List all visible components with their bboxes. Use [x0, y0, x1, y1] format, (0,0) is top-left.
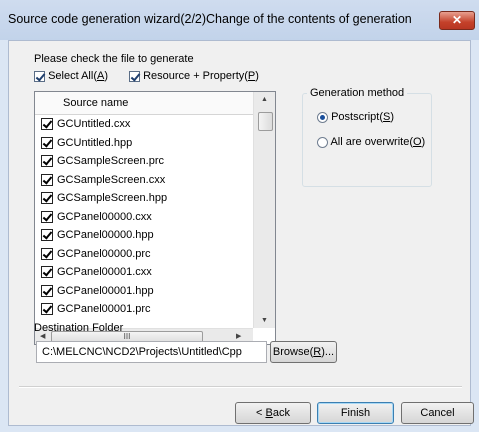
file-name: GCPanel00001.hpp: [57, 284, 154, 297]
file-list-item[interactable]: GCUntitled.hpp: [41, 135, 132, 151]
file-list-item[interactable]: GCPanel00001.prc: [41, 301, 151, 317]
select-all-mnemonic: A: [96, 70, 105, 82]
cancel-button[interactable]: Cancel: [401, 402, 474, 424]
title-bar[interactable]: Source code generation wizard(2/2)Change…: [0, 0, 479, 40]
radio-all-overwrite[interactable]: All are overwrite(O): [317, 136, 425, 148]
file-list-item[interactable]: GCPanel00001.hpp: [41, 283, 154, 299]
column-header-label: Source name: [63, 97, 129, 109]
file-checkbox-icon[interactable]: [41, 118, 53, 131]
scroll-right-icon[interactable]: ▶: [236, 332, 241, 340]
vertical-scrollbar[interactable]: ▲ ▼: [253, 92, 275, 328]
file-checkbox-icon[interactable]: [41, 173, 53, 186]
file-name: GCPanel00001.cxx: [57, 266, 152, 278]
radio-all-overwrite-mnemonic: O: [412, 136, 422, 148]
radio-postscript[interactable]: Postscript(S): [317, 111, 394, 123]
footer-separator: [19, 386, 462, 388]
file-name: GCPanel00000.cxx: [57, 210, 152, 223]
file-list-item[interactable]: GCPanel00001.cxx: [41, 264, 152, 280]
file-name: GCSampleScreen.hpp: [57, 192, 168, 204]
resource-property-label: Resource + Property: [143, 70, 245, 82]
radio-all-overwrite-label: All are overwrite: [330, 136, 410, 148]
file-name: GCPanel00001.prc: [57, 303, 151, 315]
resource-property-checkbox[interactable]: Resource + Property(P): [129, 70, 259, 82]
radio-postscript-icon: [317, 111, 328, 123]
dialog-body: Please check the file to generate Select…: [8, 40, 474, 426]
generation-method-title: Generation method: [307, 87, 408, 99]
file-checkbox-icon[interactable]: [41, 136, 53, 149]
back-mnemonic: B: [265, 407, 273, 419]
select-all-checkbox[interactable]: Select All(A): [34, 70, 108, 82]
file-name: GCPanel00000.hpp: [57, 229, 154, 241]
close-icon: ✕: [451, 13, 463, 27]
file-checkbox-icon[interactable]: [41, 229, 53, 242]
file-name: GCPanel00000.prc: [57, 247, 151, 260]
file-list-item[interactable]: GCPanel00000.hpp: [41, 227, 154, 243]
scroll-grip: III: [123, 332, 131, 341]
file-name: GCUntitled.hpp: [57, 136, 133, 149]
radio-postscript-mnemonic: S: [383, 111, 391, 123]
file-checkbox-icon[interactable]: [41, 247, 53, 260]
file-checkbox-icon[interactable]: [41, 284, 53, 297]
back-button[interactable]: < Back: [235, 402, 311, 424]
file-checkbox-icon[interactable]: [41, 192, 53, 205]
browse-suffix: )...: [321, 346, 335, 358]
resource-property-mnemonic: P: [247, 70, 256, 82]
back-rest: ack: [272, 407, 290, 419]
file-name: GCSampleScreen.cxx: [57, 173, 166, 186]
file-list[interactable]: Source name GCUntitled.cxx GCUntitled.hpp…: [34, 91, 276, 345]
file-list-item[interactable]: GCPanel00000.prc: [41, 246, 151, 262]
browse-label: Browse(: [272, 346, 314, 358]
browse-button[interactable]: Browse(R)...: [270, 341, 337, 363]
resource-property-check-icon: [129, 70, 140, 82]
radio-postscript-label: Postscript: [331, 111, 380, 123]
scroll-up-icon[interactable]: ▲: [261, 96, 268, 103]
radio-all-overwrite-icon: [317, 136, 328, 148]
file-list-item[interactable]: GCPanel00000.cxx: [41, 209, 152, 225]
generation-method-group: Generation method Postscript(S) All are …: [302, 87, 432, 187]
vertical-scroll-thumb[interactable]: [258, 112, 273, 131]
file-checkbox-icon[interactable]: [41, 303, 53, 316]
window-title: Source code generation wizard(2/2)Change…: [8, 12, 412, 26]
select-all-check-icon: [34, 70, 45, 82]
instructions-label: Please check the file to generate: [34, 53, 194, 65]
file-list-item[interactable]: GCSampleScreen.prc: [41, 153, 164, 169]
file-name: GCUntitled.cxx: [57, 118, 131, 130]
scroll-down-icon[interactable]: ▼: [261, 317, 268, 324]
file-checkbox-icon[interactable]: [41, 266, 53, 279]
destination-folder-label: Destination Folder: [34, 322, 124, 334]
file-list-item[interactable]: GCSampleScreen.cxx: [41, 172, 165, 188]
file-checkbox-icon[interactable]: [41, 155, 53, 168]
file-checkbox-icon[interactable]: [41, 210, 53, 223]
finish-button[interactable]: Finish: [317, 402, 394, 424]
file-name: GCSampleScreen.prc: [57, 155, 164, 167]
back-prefix: <: [256, 407, 266, 419]
destination-folder-input[interactable]: C:\MELCNC\NCD2\Projects\Untitled\Cpp: [36, 341, 267, 363]
select-all-label: Select All: [48, 70, 94, 82]
file-list-item[interactable]: GCSampleScreen.hpp: [41, 190, 167, 206]
file-list-item[interactable]: GCUntitled.cxx: [41, 116, 130, 132]
close-button[interactable]: ✕: [439, 11, 475, 30]
column-header-source-name[interactable]: Source name: [35, 92, 253, 115]
